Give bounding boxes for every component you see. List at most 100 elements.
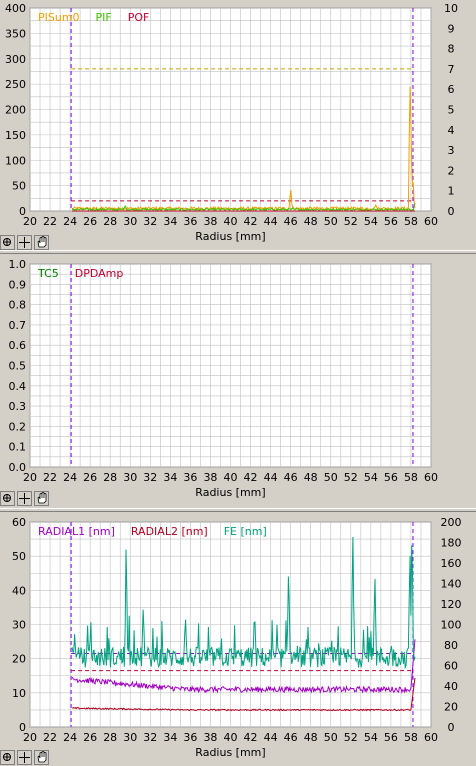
legend-entry: TC5 (37, 267, 59, 280)
x-tick-label: 24 (63, 471, 77, 484)
x-tick-label: 26 (83, 215, 97, 228)
y2-tick-label: 1 (448, 185, 455, 198)
y-tick-label: 0.4 (9, 380, 27, 393)
y-tick-label: 0.7 (9, 319, 27, 332)
crosshair-icon[interactable] (17, 749, 32, 765)
x-tick-label: 46 (284, 471, 298, 484)
x-tick-label: 22 (43, 215, 57, 228)
x-tick-label: 56 (384, 731, 398, 744)
legend-entry: RADIAL2 [nm] (131, 525, 208, 538)
x-tick-label: 58 (404, 471, 418, 484)
y2-tick-label: 3 (448, 144, 455, 157)
hand-pan-icon[interactable] (34, 749, 49, 765)
y-tick-label: 1.0 (9, 258, 27, 271)
x-tick-label: 40 (224, 471, 238, 484)
zoom-fit-icon[interactable] (0, 490, 15, 506)
x-tick-label: 48 (304, 731, 318, 744)
y-tick-label: 20 (12, 653, 26, 666)
chart-toolbar-3 (0, 748, 49, 766)
legend-entry: PISum0 (38, 11, 80, 24)
y2-tick-label: 8 (448, 43, 455, 56)
y-tick-label: 250 (5, 78, 26, 91)
y-tick-label: 50 (12, 550, 26, 563)
x-tick-label: 28 (103, 731, 117, 744)
x-tick-label: 40 (224, 731, 238, 744)
x-tick-label: 60 (424, 471, 438, 484)
chart-toolbar-1 (0, 233, 49, 251)
x-tick-label: 36 (183, 471, 197, 484)
y2-tick-label: 7 (448, 63, 455, 76)
y2-tick-label: 180 (441, 537, 462, 550)
y2-tick-label: 200 (441, 516, 462, 529)
chart-panel-3: 20 22 24 26 28 30 32 34 36 38 40 42 44 46 48 50 52 54 56 58… (0, 512, 476, 766)
y-tick-label: 0.9 (9, 278, 27, 291)
x-tick-label: 52 (344, 471, 358, 484)
crosshair-icon[interactable] (17, 490, 32, 506)
y-tick-label: 0.0 (9, 461, 27, 474)
y2-tick-label: 9 (448, 22, 455, 35)
x-tick-label: 60 (424, 731, 438, 744)
x-tick-label: 46 (284, 731, 298, 744)
y2-tick-label: 100 (441, 619, 462, 632)
x-tick-label: 34 (163, 471, 177, 484)
crosshair-icon[interactable] (17, 234, 32, 250)
x-tick-label: 52 (344, 731, 358, 744)
y-tick-label: 300 (5, 53, 26, 66)
x-tick-label: 52 (344, 215, 358, 228)
y-tick-label: 0.3 (9, 400, 27, 413)
x-tick-label: 32 (143, 215, 157, 228)
hand-pan-icon[interactable] (34, 490, 49, 506)
y-tick-label: 400 (5, 2, 26, 15)
chart-3: 20 22 24 26 28 30 32 34 36 38 40 42 44 46 48 50 52 54 56 58… (12, 516, 462, 759)
x-tick-label: 28 (103, 215, 117, 228)
x-tick-label: 54 (364, 731, 378, 744)
chart-toolbar-2 (0, 489, 49, 507)
y2-tick-label: 140 (441, 578, 462, 591)
legend-entry: POF (128, 11, 150, 24)
zoom-fit-icon[interactable] (0, 234, 15, 250)
x-tick-label: 34 (163, 731, 177, 744)
hand-pan-icon[interactable] (34, 234, 49, 250)
x-tick-label: 56 (384, 215, 398, 228)
x-tick-label: 30 (123, 471, 137, 484)
x-tick-label: 24 (63, 731, 77, 744)
x-tick-label: 40 (224, 215, 238, 228)
x-tick-label: 42 (244, 471, 258, 484)
y-tick-label: 0 (19, 205, 26, 218)
x-tick-label: 58 (404, 215, 418, 228)
x-tick-label: 32 (143, 471, 157, 484)
legend-entry: RADIAL1 [nm] (38, 525, 115, 538)
y-tick-label: 60 (12, 516, 26, 529)
y-tick-label: 0 (19, 721, 26, 734)
y2-tick-label: 4 (448, 124, 455, 137)
x-tick-label: 46 (284, 215, 298, 228)
y2-tick-label: 5 (448, 104, 455, 117)
x-axis-label: Radius [mm] (195, 486, 265, 499)
y-tick-label: 0.2 (9, 420, 27, 433)
y2-tick-label: 0 (448, 721, 455, 734)
y2-tick-label: 40 (444, 680, 458, 693)
chart-panel-2: 20 22 24 26 28 30 32 34 36 38 40 42 44 46 48 50 52 54 56 58… (0, 254, 476, 508)
x-tick-label: 48 (304, 215, 318, 228)
chart-1: 20 22 24 26 28 30 32 34 36 38 40 42 44 46 48 50 52 54 56 58… (5, 2, 458, 243)
zoom-fit-icon[interactable] (0, 749, 15, 765)
y-tick-label: 0.1 (9, 441, 27, 454)
x-tick-label: 50 (324, 215, 338, 228)
x-tick-label: 42 (244, 731, 258, 744)
x-tick-label: 44 (264, 731, 278, 744)
y-tick-label: 50 (12, 180, 26, 193)
x-tick-label: 38 (203, 471, 217, 484)
x-axis-label: Radius [mm] (195, 746, 265, 759)
y2-tick-label: 60 (444, 660, 458, 673)
chart-2: 20 22 24 26 28 30 32 34 36 38 40 42 44 46 48 50 52 54 56 58… (9, 258, 439, 499)
x-tick-label: 24 (63, 215, 77, 228)
x-tick-label: 22 (43, 471, 57, 484)
y2-tick-label: 0 (448, 205, 455, 218)
y2-tick-label: 160 (441, 557, 462, 570)
x-tick-label: 54 (364, 215, 378, 228)
y2-tick-label: 6 (448, 83, 455, 96)
x-tick-label: 42 (244, 215, 258, 228)
x-tick-label: 38 (203, 731, 217, 744)
chart-panel-1: 20 22 24 26 28 30 32 34 36 38 40 42 44 46 48 50 52 54 56 58… (0, 0, 476, 250)
x-tick-label: 26 (83, 731, 97, 744)
